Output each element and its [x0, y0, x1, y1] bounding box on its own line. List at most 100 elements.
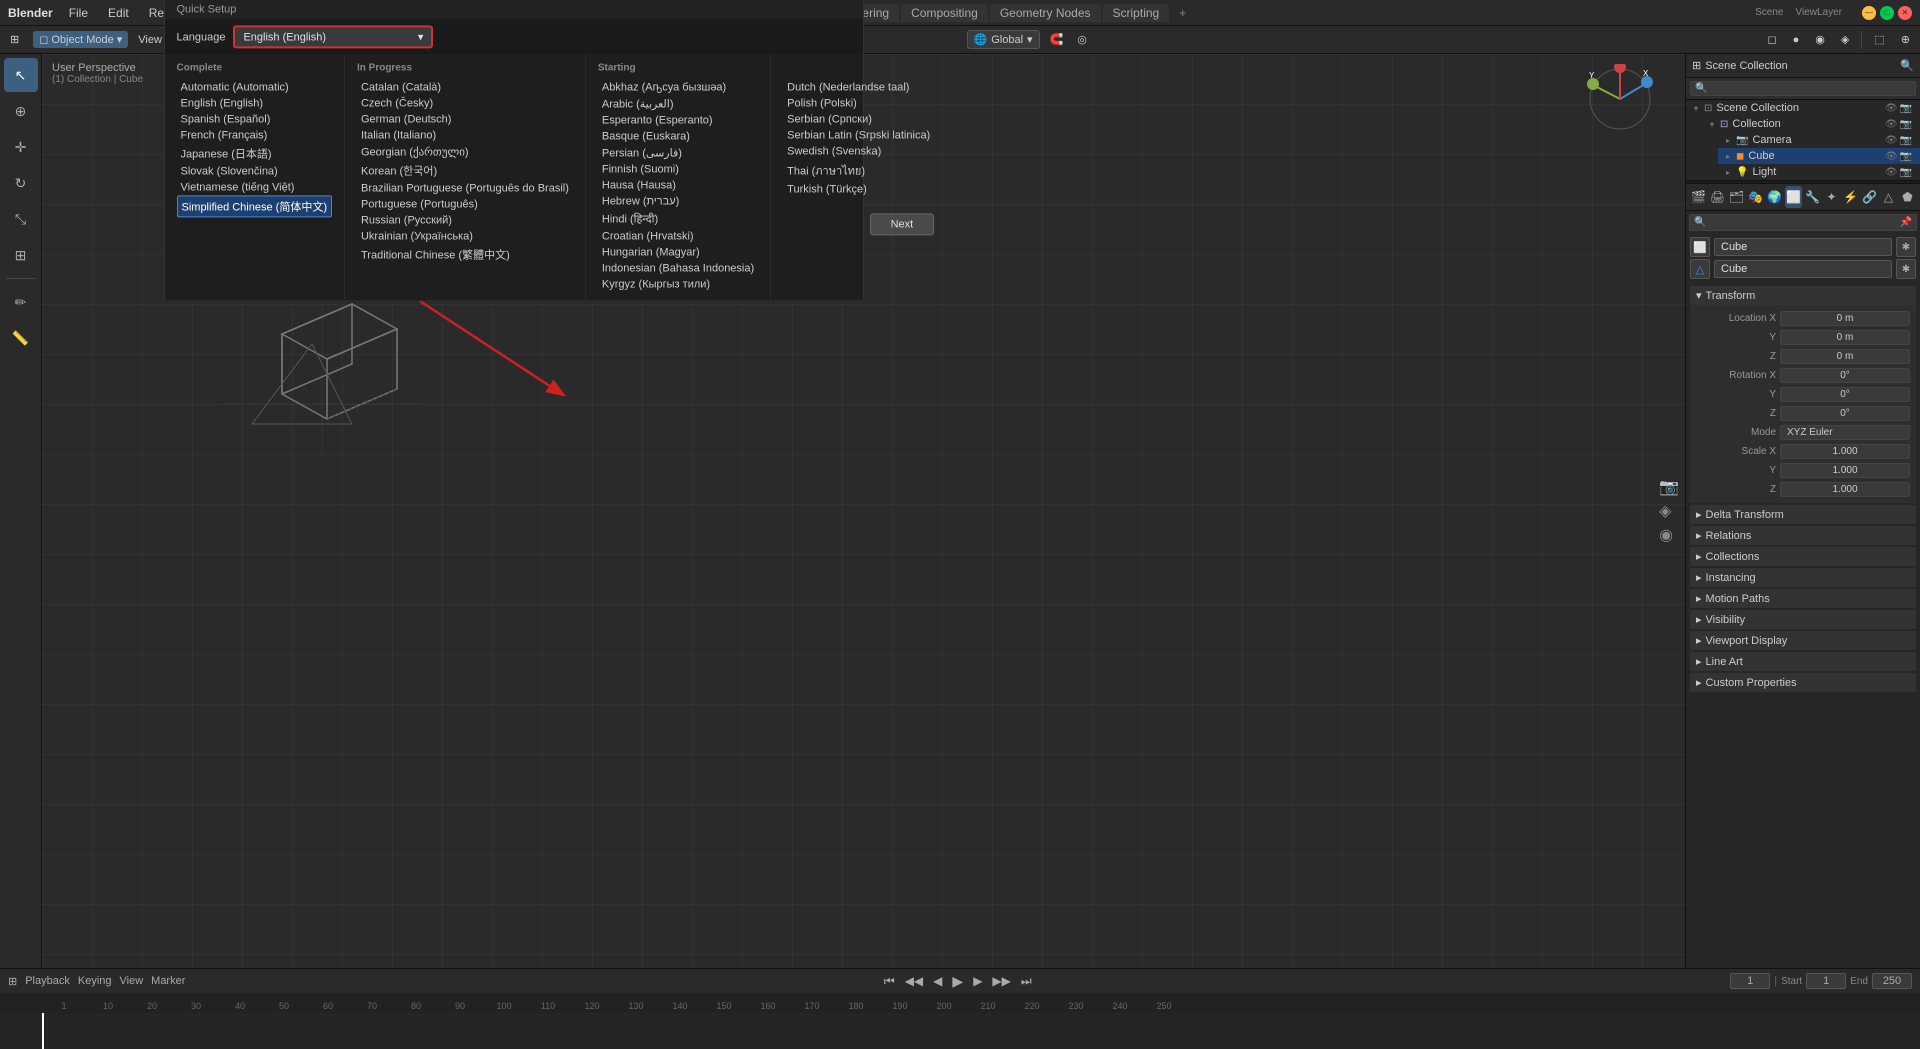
mesh-select-icon[interactable]: ✱ — [1896, 259, 1916, 279]
viewport-display-header[interactable]: ▸ Viewport Display — [1690, 631, 1916, 650]
jump-end-button[interactable]: ⏭ — [1019, 972, 1034, 991]
viewport-shading-solid[interactable]: ● — [1787, 32, 1806, 48]
current-frame-field[interactable]: 1 — [1730, 973, 1770, 989]
tree-cube[interactable]: ▸ ◼ Cube 👁 📷 — [1718, 148, 1920, 164]
object-select-icon[interactable]: ✱ — [1896, 237, 1916, 257]
end-frame-field[interactable]: 250 — [1872, 973, 1912, 989]
render-icon[interactable]: 📷 — [1900, 103, 1912, 114]
lang-simplified-chinese[interactable]: Simplified Chinese (简体中文) — [177, 195, 332, 217]
editor-type-button[interactable]: ⊞ — [4, 31, 25, 48]
instancing-header[interactable]: ▸ Instancing — [1690, 568, 1916, 587]
close-button[interactable]: ✕ — [1898, 6, 1912, 20]
lang-french[interactable]: French (Français) — [177, 127, 332, 143]
lang-german[interactable]: German (Deutsch) — [357, 111, 573, 127]
location-z-value[interactable]: 0 m — [1780, 349, 1910, 364]
mesh-name-field[interactable]: Cube — [1714, 260, 1892, 278]
add-workspace-button[interactable]: + — [1171, 4, 1194, 22]
lang-ukrainian[interactable]: Ukrainian (Українська) — [357, 228, 573, 244]
play-button[interactable]: ▶ — [950, 971, 965, 992]
lang-czech[interactable]: Czech (Česky) — [357, 95, 573, 111]
gizmo-button[interactable]: ⊕ — [1895, 31, 1916, 48]
relations-header[interactable]: ▸ Relations — [1690, 526, 1916, 545]
viewport-gizmo[interactable]: X Y Z — [1585, 64, 1655, 137]
object-name-field[interactable]: Cube — [1714, 238, 1892, 256]
global-dropdown[interactable]: 🌐 Global ▾ — [967, 30, 1040, 49]
overlay-button[interactable]: ⬚ — [1868, 31, 1890, 48]
menu-edit[interactable]: Edit — [104, 4, 133, 22]
location-x-value[interactable]: 0 m — [1780, 311, 1910, 326]
next-frame-button[interactable]: ▶▶ — [990, 972, 1012, 990]
lang-serbian[interactable]: Serbian (Српски) — [783, 111, 934, 127]
eye-icon[interactable]: 👁 — [1885, 119, 1898, 130]
tool-cursor[interactable]: ⊕ — [4, 94, 38, 128]
maximize-button[interactable]: □ — [1880, 6, 1894, 20]
camera-view-icon[interactable]: 📷 — [1659, 477, 1679, 497]
lang-automatic[interactable]: Automatic (Automatic) — [177, 79, 332, 95]
location-y-value[interactable]: 0 m — [1780, 330, 1910, 345]
collections-header[interactable]: ▸ Collections — [1690, 547, 1916, 566]
playback-menu[interactable]: Playback — [25, 975, 70, 987]
filter-icon[interactable]: 🔍 — [1900, 59, 1914, 72]
jump-start-button[interactable]: ⏮ — [882, 972, 897, 991]
view-menu-timeline[interactable]: View — [120, 975, 144, 987]
render-icon[interactable]: 📷 — [1900, 151, 1912, 162]
eye-icon[interactable]: 👁 — [1885, 151, 1898, 162]
tool-transform[interactable]: ⊞ — [4, 238, 38, 272]
scale-z-value[interactable]: 1.000 — [1780, 482, 1910, 497]
timeline-tracks[interactable] — [0, 1013, 1920, 1049]
object-props-icon[interactable]: ⬜ — [1785, 186, 1802, 208]
viewport-shading-material[interactable]: ◉ — [1809, 31, 1831, 48]
lang-vietnamese[interactable]: Vietnamese (tiếng Việt) — [177, 179, 332, 195]
tool-measure[interactable]: 📏 — [4, 321, 38, 355]
rotation-y-value[interactable]: 0° — [1780, 387, 1910, 402]
eye-icon[interactable]: 👁 — [1885, 167, 1898, 178]
proportional-button[interactable]: ◎ — [1071, 31, 1093, 48]
perspective-icon[interactable]: ◈ — [1659, 501, 1679, 521]
scale-y-value[interactable]: 1.000 — [1780, 463, 1910, 478]
eye-icon[interactable]: 👁 — [1885, 135, 1898, 146]
editor-type-icon[interactable]: ⊞ — [8, 975, 17, 988]
line-art-header[interactable]: ▸ Line Art — [1690, 652, 1916, 671]
transform-section-header[interactable]: ▾ Transform — [1690, 286, 1916, 305]
timeline-playhead[interactable] — [42, 1013, 44, 1049]
prev-frame-button[interactable]: ◀◀ — [903, 972, 925, 990]
viewport-shading-wire[interactable]: ◻ — [1762, 31, 1783, 48]
minimize-button[interactable]: — — [1862, 6, 1876, 20]
tab-compositing[interactable]: Compositing — [901, 4, 988, 22]
tree-camera[interactable]: ▸ 📷 Camera 👁 📷 — [1718, 132, 1920, 148]
lang-abkhaz[interactable]: Abkhaz (Аҧсуа бызшәа) — [598, 79, 758, 95]
lang-swedish[interactable]: Swedish (Svenska) — [783, 143, 934, 159]
tab-scripting[interactable]: Scripting — [1103, 4, 1170, 22]
viewport-shading-render[interactable]: ◈ — [1835, 31, 1855, 48]
snap-button[interactable]: 🧲 — [1044, 31, 1070, 48]
data-props-icon[interactable]: △ — [1880, 186, 1897, 208]
lang-english[interactable]: English (English) — [177, 95, 332, 111]
lang-portuguese[interactable]: Portuguese (Português) — [357, 196, 573, 212]
tree-scene-collection[interactable]: ▾ ⊡ Scene Collection 👁 📷 — [1686, 100, 1920, 116]
custom-properties-header[interactable]: ▸ Custom Properties — [1690, 673, 1916, 692]
scene-props-icon[interactable]: 🎭 — [1747, 186, 1764, 208]
modifier-props-icon[interactable]: 🔧 — [1804, 186, 1821, 208]
output-props-icon[interactable]: 🖨 — [1709, 186, 1726, 208]
visibility-header[interactable]: ▸ Visibility — [1690, 610, 1916, 629]
marker-menu[interactable]: Marker — [151, 975, 185, 987]
prev-keyframe-button[interactable]: ◀ — [931, 972, 944, 990]
world-props-icon[interactable]: 🌍 — [1766, 186, 1783, 208]
tool-rotate[interactable]: ↻ — [4, 166, 38, 200]
tool-move[interactable]: ✛ — [4, 130, 38, 164]
lang-georgian[interactable]: Georgian (ქართული) — [357, 143, 573, 160]
lang-arabic[interactable]: Arabic (العربية) — [598, 95, 758, 112]
tree-light[interactable]: ▸ 💡 Light 👁 📷 — [1718, 164, 1920, 180]
lang-japanese[interactable]: Japanese (日本語) — [177, 143, 332, 163]
lang-hungarian[interactable]: Hungarian (Magyar) — [598, 244, 758, 260]
rotation-x-value[interactable]: 0° — [1780, 368, 1910, 383]
material-props-icon[interactable]: ⬟ — [1899, 186, 1916, 208]
lang-slovak[interactable]: Slovak (Slovenčina) — [177, 163, 332, 179]
tab-geometry-nodes[interactable]: Geometry Nodes — [990, 4, 1101, 22]
lang-br-portuguese[interactable]: Brazilian Portuguese (Português do Brasi… — [357, 180, 573, 196]
render-icon[interactable]: 📷 — [1900, 135, 1912, 146]
tool-select[interactable]: ↖ — [4, 58, 38, 92]
lang-finnish[interactable]: Finnish (Suomi) — [598, 161, 758, 177]
lang-traditional-chinese[interactable]: Traditional Chinese (繁體中文) — [357, 244, 573, 264]
scale-x-value[interactable]: 1.000 — [1780, 444, 1910, 459]
